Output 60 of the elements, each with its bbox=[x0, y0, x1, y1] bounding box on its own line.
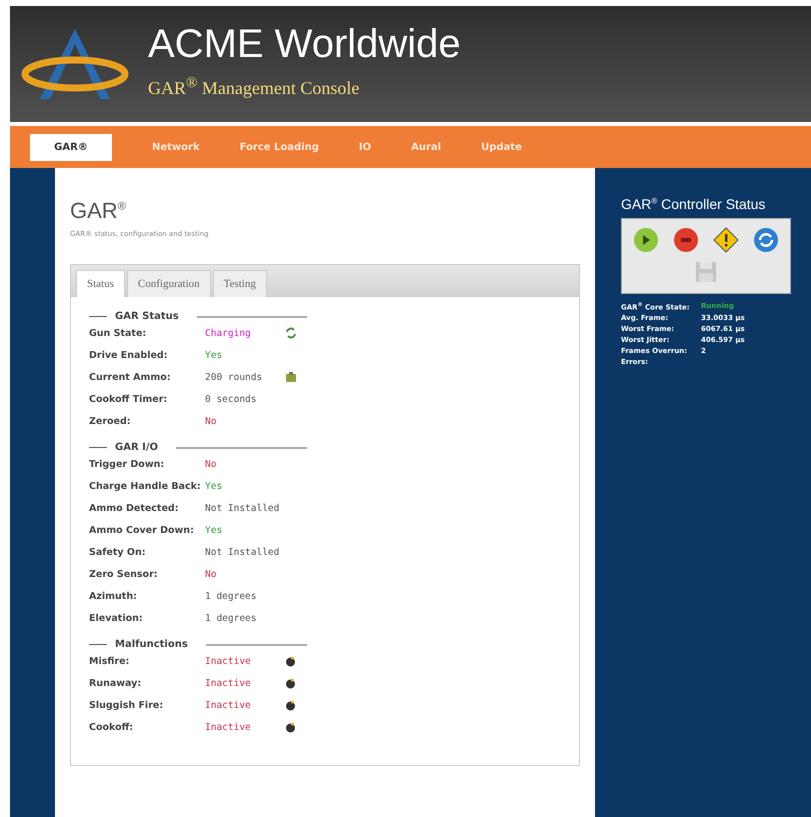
tab[interactable]: Testing bbox=[212, 270, 267, 297]
field-label: Ammo Cover Down: bbox=[89, 524, 195, 536]
bomb-icon bbox=[285, 722, 296, 732]
ammo-box-icon bbox=[285, 371, 297, 383]
field-label: Cookoff Timer: bbox=[89, 394, 168, 404]
bomb-icon bbox=[285, 700, 296, 710]
field-value: 1 degrees bbox=[205, 590, 258, 602]
stop-button[interactable] bbox=[673, 227, 699, 253]
field-value: Not Installed bbox=[205, 546, 280, 558]
field-value: 1 degrees bbox=[205, 612, 258, 624]
warning-button[interactable] bbox=[713, 227, 739, 253]
field-value: Charging bbox=[205, 328, 252, 338]
field-value: Not Installed bbox=[205, 502, 280, 514]
field-label: Azimuth: bbox=[89, 590, 138, 602]
bomb-icon bbox=[285, 678, 296, 688]
field-value: Yes bbox=[205, 480, 224, 492]
nav-tab[interactable]: GAR® bbox=[30, 134, 112, 160]
field-value: Yes bbox=[205, 350, 224, 360]
section-heading: GAR Status bbox=[115, 311, 179, 322]
field-label: Misfire: bbox=[89, 656, 130, 666]
field-label: Zeroed: bbox=[89, 416, 132, 426]
field-label: Elevation: bbox=[89, 612, 144, 624]
field-label: Ammo Detected: bbox=[89, 502, 180, 514]
app-subtitle: GAR$^{®}$ Management Console bbox=[148, 74, 360, 98]
tab[interactable]: Configuration bbox=[126, 270, 211, 297]
field-value: 200 rounds bbox=[205, 372, 264, 382]
field-label: Drive Enabled: bbox=[89, 350, 169, 360]
sidebar-title: GAR$^{®}$ Controller Status bbox=[621, 196, 766, 212]
refresh-button[interactable] bbox=[753, 227, 779, 253]
field-value: Inactive bbox=[205, 678, 252, 688]
field-label: Zero Sensor: bbox=[89, 568, 159, 580]
field-value: Inactive bbox=[205, 656, 252, 666]
field-label: Current Ammo: bbox=[89, 372, 172, 382]
field-label: Trigger Down: bbox=[89, 458, 166, 470]
field-label: Charge Handle Back: bbox=[89, 480, 202, 492]
field-value: 0 seconds bbox=[205, 394, 258, 404]
nav-tab[interactable]: Force Loading bbox=[240, 134, 319, 160]
nav-tab[interactable]: Network bbox=[152, 134, 200, 160]
nav-tab[interactable]: Update bbox=[481, 134, 522, 160]
field-value: No bbox=[205, 458, 218, 470]
field-label: Safety On: bbox=[89, 546, 147, 558]
field-label: Gun State: bbox=[89, 328, 148, 338]
section-heading: GAR I/O bbox=[115, 442, 158, 453]
play-button[interactable] bbox=[633, 227, 659, 253]
refresh-icon bbox=[285, 327, 297, 339]
bomb-icon bbox=[285, 656, 296, 666]
section-heading: Malfunctions bbox=[115, 639, 188, 650]
page-title: GAR$^{®}$ bbox=[70, 198, 127, 224]
field-value: No bbox=[205, 416, 218, 426]
field-value: No bbox=[205, 568, 218, 580]
nav-tab[interactable]: Aural bbox=[411, 134, 442, 160]
tab[interactable]: Status bbox=[76, 270, 125, 297]
field-label: Cookoff: bbox=[89, 722, 134, 732]
app-title: ACME Worldwide bbox=[148, 22, 461, 66]
field-label: Runaway: bbox=[89, 678, 142, 688]
field-value: Yes bbox=[205, 524, 224, 536]
field-value: Inactive bbox=[205, 700, 252, 710]
field-label: Sluggish Fire: bbox=[89, 700, 164, 710]
nav-tab[interactable]: IO bbox=[358, 134, 372, 160]
field-value: Inactive bbox=[205, 722, 252, 732]
